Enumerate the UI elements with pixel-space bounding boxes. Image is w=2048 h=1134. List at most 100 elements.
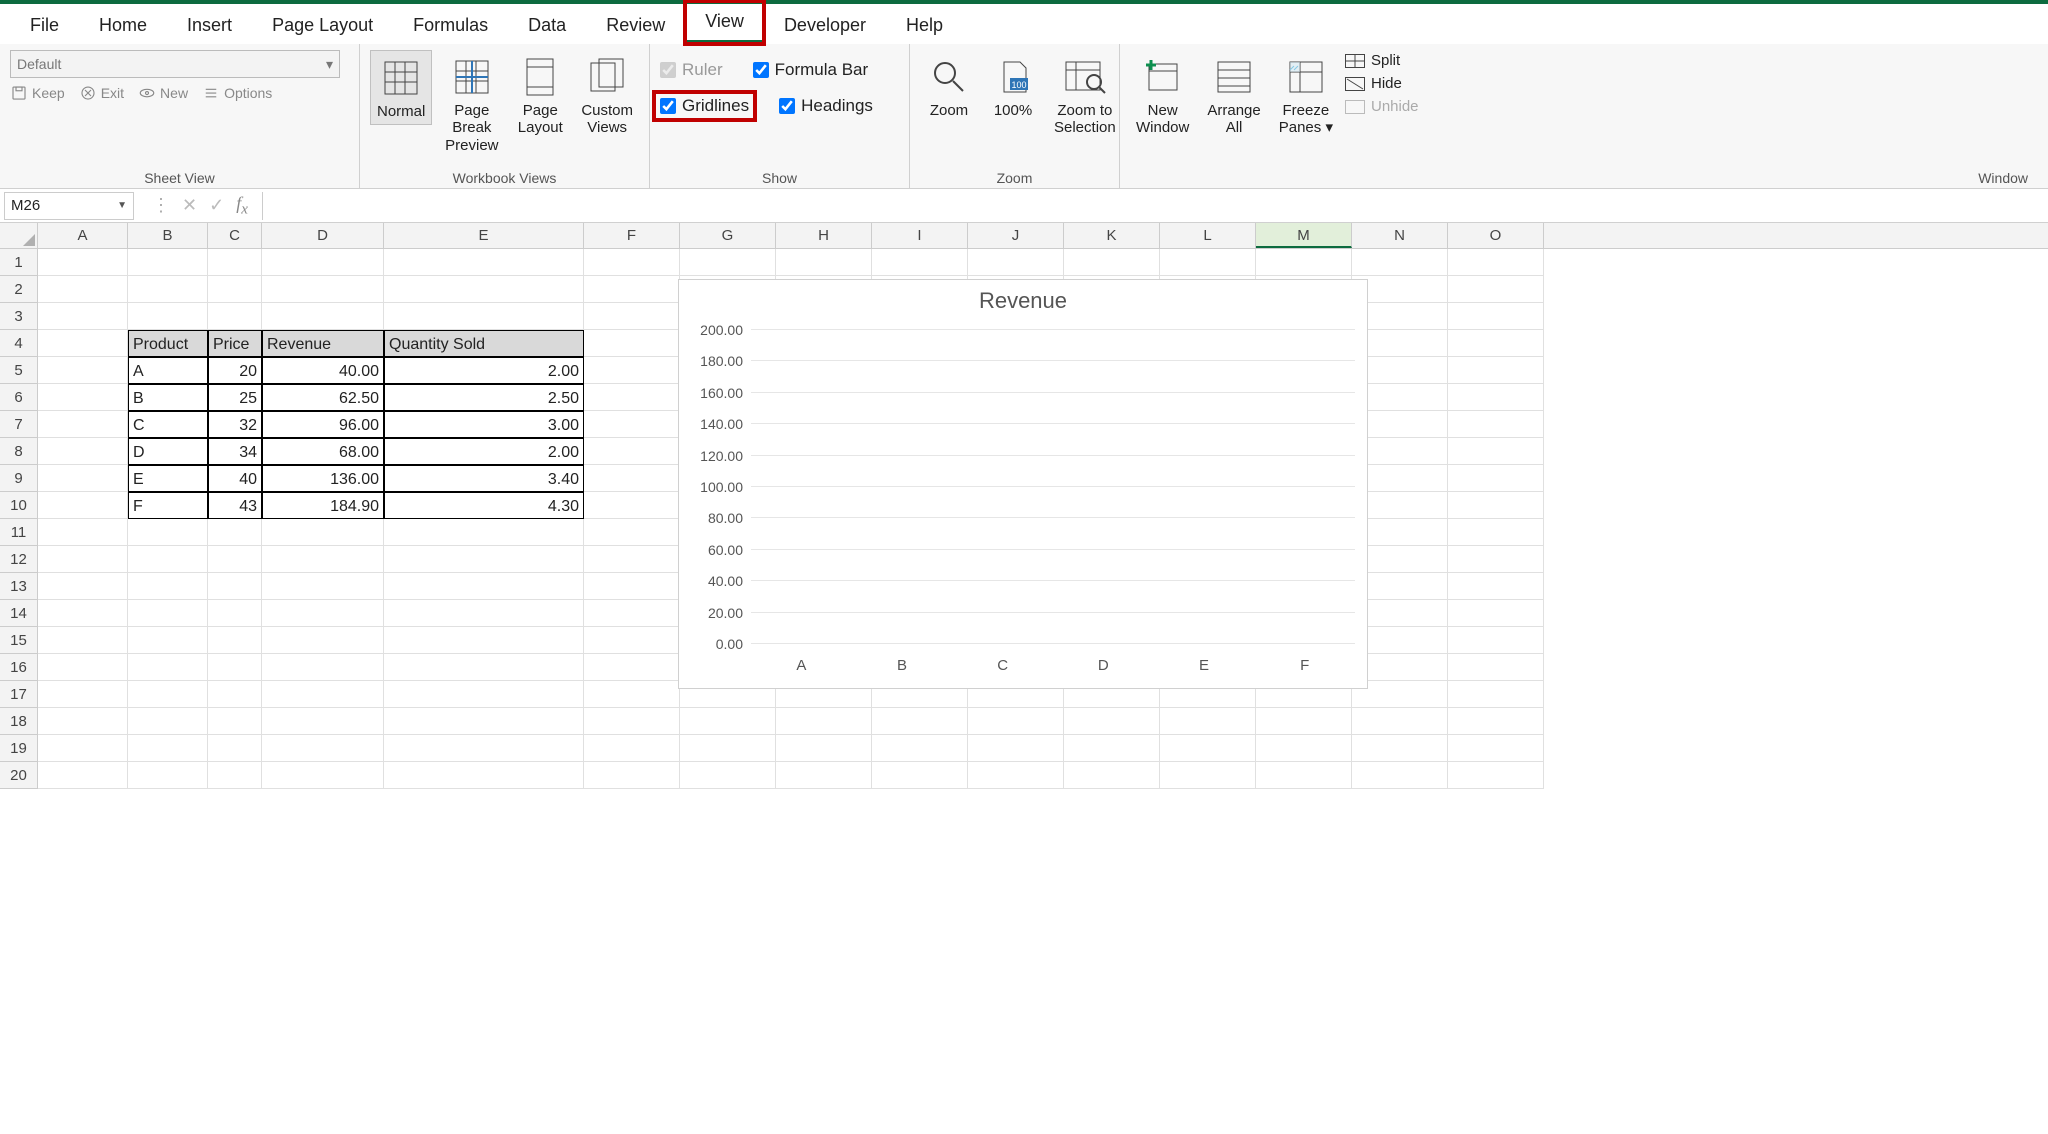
cell-B15[interactable] — [128, 627, 208, 654]
cell-O14[interactable] — [1448, 600, 1544, 627]
col-header-A[interactable]: A — [38, 223, 128, 248]
cell-B1[interactable] — [128, 249, 208, 276]
tab-file[interactable]: File — [10, 7, 79, 44]
col-header-L[interactable]: L — [1160, 223, 1256, 248]
cell-D8[interactable]: 68.00 — [262, 438, 384, 465]
cell-K1[interactable] — [1064, 249, 1160, 276]
cell-O8[interactable] — [1448, 438, 1544, 465]
cell-B16[interactable] — [128, 654, 208, 681]
cell-F18[interactable] — [584, 708, 680, 735]
col-header-D[interactable]: D — [262, 223, 384, 248]
cell-D12[interactable] — [262, 546, 384, 573]
cell-B19[interactable] — [128, 735, 208, 762]
cell-F20[interactable] — [584, 762, 680, 789]
cell-E2[interactable] — [384, 276, 584, 303]
cell-A5[interactable] — [38, 357, 128, 384]
cell-C17[interactable] — [208, 681, 262, 708]
sheet-view-select[interactable]: Default ▾ — [10, 50, 340, 78]
tab-home[interactable]: Home — [79, 7, 167, 44]
cell-C14[interactable] — [208, 600, 262, 627]
cell-G1[interactable] — [680, 249, 776, 276]
col-header-G[interactable]: G — [680, 223, 776, 248]
cell-J19[interactable] — [968, 735, 1064, 762]
tab-formulas[interactable]: Formulas — [393, 7, 508, 44]
cell-D6[interactable]: 62.50 — [262, 384, 384, 411]
cell-E8[interactable]: 2.00 — [384, 438, 584, 465]
split-button[interactable]: Split — [1345, 52, 1419, 69]
col-header-K[interactable]: K — [1064, 223, 1160, 248]
cell-G18[interactable] — [680, 708, 776, 735]
arrange-all-button[interactable]: Arrange All — [1201, 50, 1266, 141]
cell-A11[interactable] — [38, 519, 128, 546]
cell-B4[interactable]: Product — [128, 330, 208, 357]
cell-B11[interactable] — [128, 519, 208, 546]
cell-A12[interactable] — [38, 546, 128, 573]
cell-C16[interactable] — [208, 654, 262, 681]
cell-D2[interactable] — [262, 276, 384, 303]
fx-icon[interactable]: fx — [236, 193, 248, 219]
cell-I20[interactable] — [872, 762, 968, 789]
cell-E1[interactable] — [384, 249, 584, 276]
cell-D13[interactable] — [262, 573, 384, 600]
cell-D19[interactable] — [262, 735, 384, 762]
cell-J18[interactable] — [968, 708, 1064, 735]
row-header[interactable]: 6 — [0, 384, 38, 411]
row-header[interactable]: 18 — [0, 708, 38, 735]
cell-B9[interactable]: E — [128, 465, 208, 492]
cell-B5[interactable]: A — [128, 357, 208, 384]
name-box[interactable]: M26 ▼ — [4, 192, 134, 220]
cancel-icon[interactable]: ✕ — [182, 195, 197, 216]
cell-E4[interactable]: Quantity Sold — [384, 330, 584, 357]
cell-E14[interactable] — [384, 600, 584, 627]
hide-button[interactable]: Hide — [1345, 75, 1419, 92]
cell-D17[interactable] — [262, 681, 384, 708]
cell-F7[interactable] — [584, 411, 680, 438]
cell-N20[interactable] — [1352, 762, 1448, 789]
headings-checkbox[interactable]: Headings — [779, 96, 873, 116]
cell-B20[interactable] — [128, 762, 208, 789]
cell-D4[interactable]: Revenue — [262, 330, 384, 357]
cell-F14[interactable] — [584, 600, 680, 627]
formula-bar-checkbox[interactable]: Formula Bar — [753, 60, 869, 80]
cell-B14[interactable] — [128, 600, 208, 627]
cell-O1[interactable] — [1448, 249, 1544, 276]
cell-B3[interactable] — [128, 303, 208, 330]
cell-F8[interactable] — [584, 438, 680, 465]
cell-M1[interactable] — [1256, 249, 1352, 276]
cell-D14[interactable] — [262, 600, 384, 627]
cell-A6[interactable] — [38, 384, 128, 411]
cell-N1[interactable] — [1352, 249, 1448, 276]
cell-A8[interactable] — [38, 438, 128, 465]
cell-O18[interactable] — [1448, 708, 1544, 735]
cell-L1[interactable] — [1160, 249, 1256, 276]
cell-A19[interactable] — [38, 735, 128, 762]
cell-I19[interactable] — [872, 735, 968, 762]
cell-F13[interactable] — [584, 573, 680, 600]
cell-G19[interactable] — [680, 735, 776, 762]
col-header-I[interactable]: I — [872, 223, 968, 248]
cell-I18[interactable] — [872, 708, 968, 735]
cell-F17[interactable] — [584, 681, 680, 708]
cell-O4[interactable] — [1448, 330, 1544, 357]
cell-C4[interactable]: Price — [208, 330, 262, 357]
cell-K18[interactable] — [1064, 708, 1160, 735]
keep-button[interactable]: Keep — [10, 84, 65, 102]
new-button[interactable]: New — [138, 84, 188, 102]
cell-D10[interactable]: 184.90 — [262, 492, 384, 519]
cell-M19[interactable] — [1256, 735, 1352, 762]
cell-K19[interactable] — [1064, 735, 1160, 762]
cell-A14[interactable] — [38, 600, 128, 627]
cell-C19[interactable] — [208, 735, 262, 762]
tab-help[interactable]: Help — [886, 7, 963, 44]
col-header-B[interactable]: B — [128, 223, 208, 248]
cell-A20[interactable] — [38, 762, 128, 789]
cell-E12[interactable] — [384, 546, 584, 573]
cell-N18[interactable] — [1352, 708, 1448, 735]
cell-E16[interactable] — [384, 654, 584, 681]
row-header[interactable]: 3 — [0, 303, 38, 330]
cell-B12[interactable] — [128, 546, 208, 573]
cell-O12[interactable] — [1448, 546, 1544, 573]
col-header-J[interactable]: J — [968, 223, 1064, 248]
page-break-preview-button[interactable]: Page Break Preview — [438, 50, 505, 158]
col-header-C[interactable]: C — [208, 223, 262, 248]
